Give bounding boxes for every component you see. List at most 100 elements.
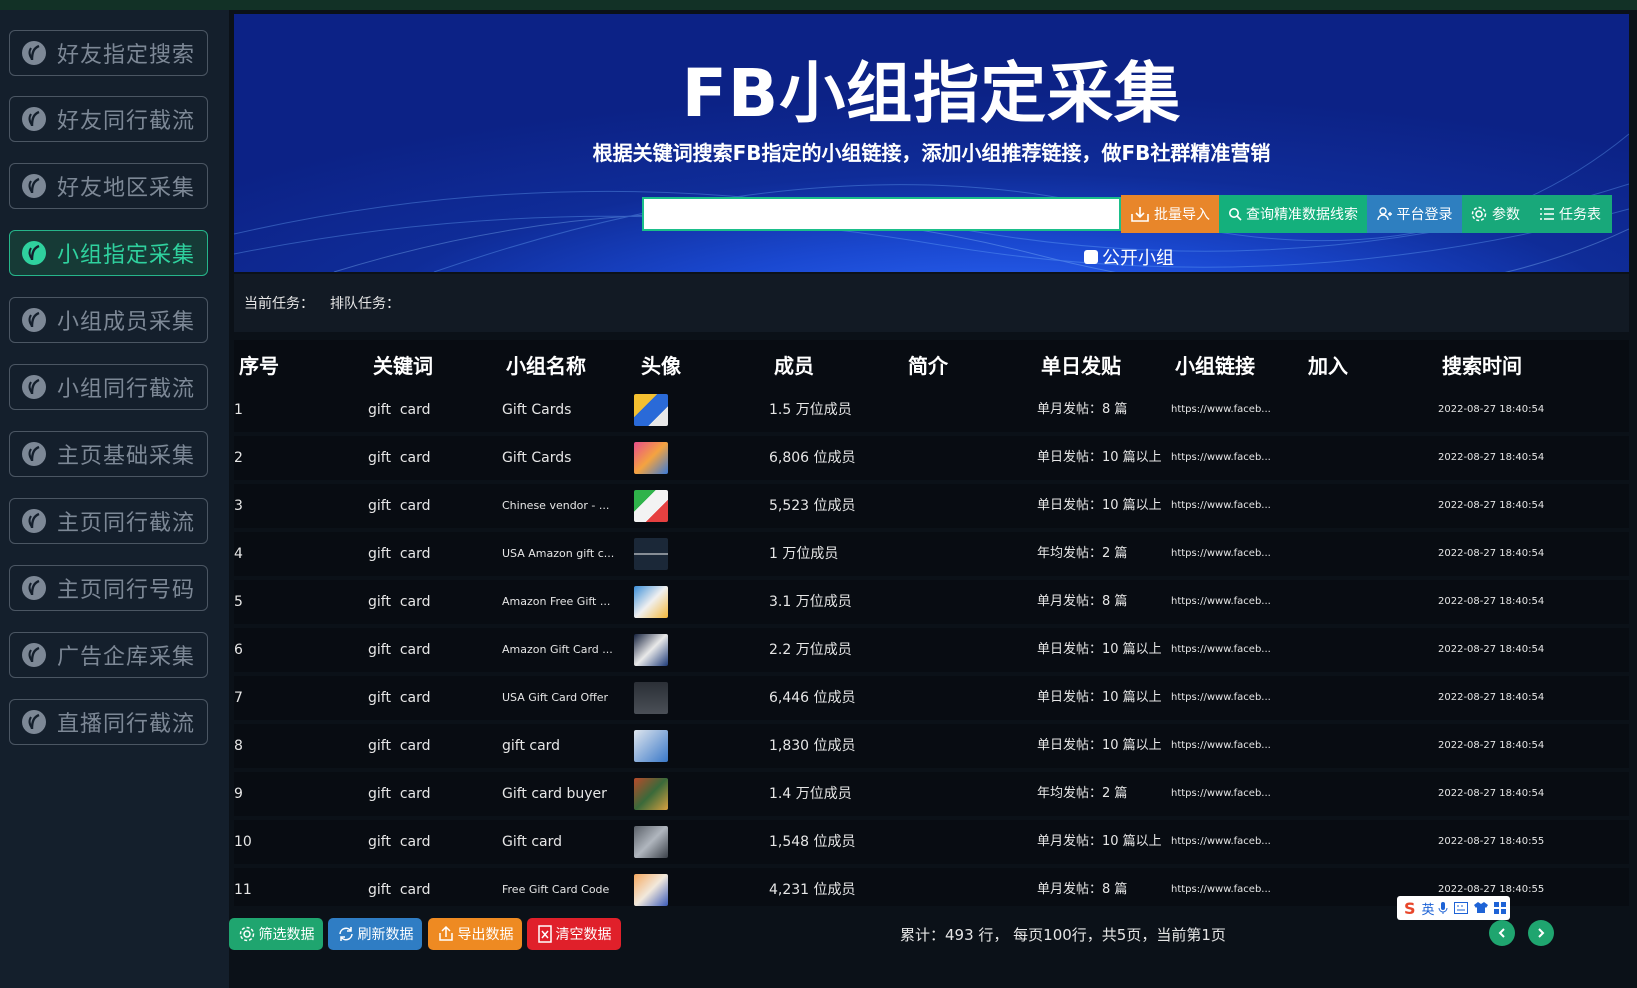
row-join[interactable] <box>1304 772 1404 816</box>
export-data-button[interactable]: 导出数据 <box>428 918 522 950</box>
row-intro <box>903 484 1033 528</box>
query-leads-button[interactable]: 查询精准数据线索 <box>1219 195 1367 233</box>
table-row[interactable]: 8 gift card gift card 1,830 位成员 单日发帖：10 篇以上 h… <box>234 724 1629 768</box>
batch-import-button[interactable]: 批量导入 <box>1121 195 1219 233</box>
row-members: 1.4 万位成员 <box>769 786 852 802</box>
row-daily-posts: 单月发帖：8 篇 <box>1037 594 1128 609</box>
row-join[interactable] <box>1304 820 1404 864</box>
gear-icon <box>239 926 254 942</box>
apps-grid-icon[interactable] <box>1493 902 1506 914</box>
row-join[interactable] <box>1304 676 1404 720</box>
sidebar-item[interactable]: 主页同行号码 <box>9 565 208 611</box>
table-row[interactable]: 2 gift card Gift Cards 6,806 位成员 单日发帖：10 篇以上… <box>234 436 1629 480</box>
sidebar-item[interactable]: 小组同行截流 <box>9 364 208 410</box>
row-join[interactable] <box>1304 724 1404 768</box>
table-row[interactable]: 9 gift card Gift card buyer 1.4 万位成员 年均发帖：2 … <box>234 772 1629 816</box>
row-join[interactable] <box>1304 436 1404 480</box>
row-group-link[interactable]: https://www.faceb... <box>1171 580 1286 624</box>
column-header[interactable]: 成员 <box>774 350 814 379</box>
sidebar-item[interactable]: 主页同行截流 <box>9 498 208 544</box>
column-header[interactable]: 简介 <box>908 350 948 379</box>
row-keyword: gift card <box>368 834 431 850</box>
row-join[interactable] <box>1304 532 1404 576</box>
table-row[interactable]: 3 gift card Chinese vendor - ... 5,523 位成员 单… <box>234 484 1629 528</box>
row-number: 2 <box>234 450 243 466</box>
row-join[interactable] <box>1304 484 1404 528</box>
row-daily-posts: 单月发帖：8 篇 <box>1037 882 1128 897</box>
sidebar-item[interactable]: 小组指定采集 <box>9 230 208 276</box>
sidebar-item[interactable]: 好友同行截流 <box>9 96 208 142</box>
next-page-button[interactable] <box>1528 920 1554 946</box>
row-number: 8 <box>234 738 243 754</box>
row-daily-posts: 单日发帖：10 篇以上 <box>1037 690 1162 705</box>
sidebar-item[interactable]: 小组成员采集 <box>9 297 208 343</box>
ime-toolbar[interactable]: S 英 <box>1397 896 1510 920</box>
row-keyword: gift card <box>368 882 431 898</box>
ime-language-toggle[interactable]: 英 <box>1422 899 1435 918</box>
column-header[interactable]: 头像 <box>641 350 681 379</box>
column-header[interactable]: 关键词 <box>373 350 433 379</box>
params-button[interactable]: 参数 <box>1462 195 1528 233</box>
row-group-link[interactable]: https://www.faceb... <box>1171 724 1286 768</box>
row-join[interactable] <box>1304 388 1404 432</box>
current-task-label: 当前任务： <box>244 296 314 312</box>
table-row[interactable]: 5 gift card Amazon Free Gift ... 3.1 万位成员 单月… <box>234 580 1629 624</box>
group-avatar <box>634 634 668 666</box>
keyboard-icon[interactable] <box>1453 902 1468 914</box>
filter-data-button[interactable]: 筛选数据 <box>229 918 323 950</box>
platform-login-button[interactable]: 平台登录 <box>1367 195 1462 233</box>
row-daily-posts: 单日发帖：10 篇以上 <box>1037 498 1162 513</box>
column-header[interactable]: 单日发贴 <box>1041 350 1121 379</box>
row-join[interactable] <box>1304 580 1404 624</box>
table-row[interactable]: 4 gift card USA Amazon gift c... 1 万位成员 年均发帖… <box>234 532 1629 576</box>
row-keyword: gift card <box>368 690 431 706</box>
public-group-checkbox[interactable] <box>1084 250 1098 264</box>
keyword-search-input[interactable] <box>642 197 1121 231</box>
table-row[interactable]: 10 gift card Gift card 1,548 位成员 单月发帖：10 篇以上… <box>234 820 1629 864</box>
sidebar-item[interactable]: 直播同行截流 <box>9 699 208 745</box>
row-group-link[interactable]: https://www.faceb... <box>1171 820 1286 864</box>
row-intro <box>903 388 1033 432</box>
row-group-link[interactable]: https://www.faceb... <box>1171 772 1286 816</box>
column-header[interactable]: 搜索时间 <box>1442 350 1522 379</box>
window-top-strip <box>0 0 1637 10</box>
microphone-icon[interactable] <box>1438 902 1448 914</box>
task-status-bar: 当前任务： 排队任务： <box>234 274 1629 332</box>
column-header[interactable]: 小组链接 <box>1175 350 1255 379</box>
sidebar-item[interactable]: 广告企库采集 <box>9 632 208 678</box>
table-row[interactable]: 6 gift card Amazon Gift Card ... 2.2 万位成员 单日… <box>234 628 1629 672</box>
sidebar-item[interactable]: 主页基础采集 <box>9 431 208 477</box>
skin-icon[interactable] <box>1473 902 1488 914</box>
table-row[interactable]: 7 gift card USA Gift Card Offer 6,446 位成员 单日… <box>234 676 1629 720</box>
row-join[interactable] <box>1304 868 1404 906</box>
refresh-data-label: 刷新数据 <box>357 927 414 943</box>
row-group-link[interactable]: https://www.faceb... <box>1171 868 1286 906</box>
column-header[interactable]: 序号 <box>239 350 279 379</box>
sidebar-item[interactable]: 好友指定搜索 <box>9 30 208 76</box>
row-group-link[interactable]: https://www.faceb... <box>1171 388 1286 432</box>
row-group-name: Gift Cards <box>502 450 572 466</box>
row-group-link[interactable]: https://www.faceb... <box>1171 484 1286 528</box>
public-group-option[interactable]: 公开小组 <box>1084 244 1174 270</box>
row-group-link[interactable]: https://www.faceb... <box>1171 676 1286 720</box>
task-list-button[interactable]: 任务表 <box>1528 195 1612 233</box>
row-group-name: USA Amazon gift c... <box>502 547 615 560</box>
search-icon <box>1229 208 1242 221</box>
row-group-link[interactable]: https://www.faceb... <box>1171 532 1286 576</box>
clear-data-button[interactable]: 清空数据 <box>527 918 621 950</box>
row-search-time: 2022-08-27 18:40:54 <box>1438 740 1545 751</box>
group-avatar <box>634 586 668 618</box>
row-group-link[interactable]: https://www.faceb... <box>1171 628 1286 672</box>
sidebar-item[interactable]: 好友地区采集 <box>9 163 208 209</box>
column-header[interactable]: 小组名称 <box>506 350 586 379</box>
leaf-icon <box>22 442 46 466</box>
trash-icon <box>537 925 552 943</box>
row-keyword: gift card <box>368 594 431 610</box>
table-row[interactable]: 1 gift card Gift Cards 1.5 万位成员 单月发帖：8 篇 http… <box>234 388 1629 432</box>
group-avatar <box>634 490 668 522</box>
row-group-link[interactable]: https://www.faceb... <box>1171 436 1286 480</box>
column-header[interactable]: 加入 <box>1308 350 1348 379</box>
previous-page-button[interactable] <box>1489 920 1515 946</box>
refresh-data-button[interactable]: 刷新数据 <box>328 918 422 950</box>
row-join[interactable] <box>1304 628 1404 672</box>
